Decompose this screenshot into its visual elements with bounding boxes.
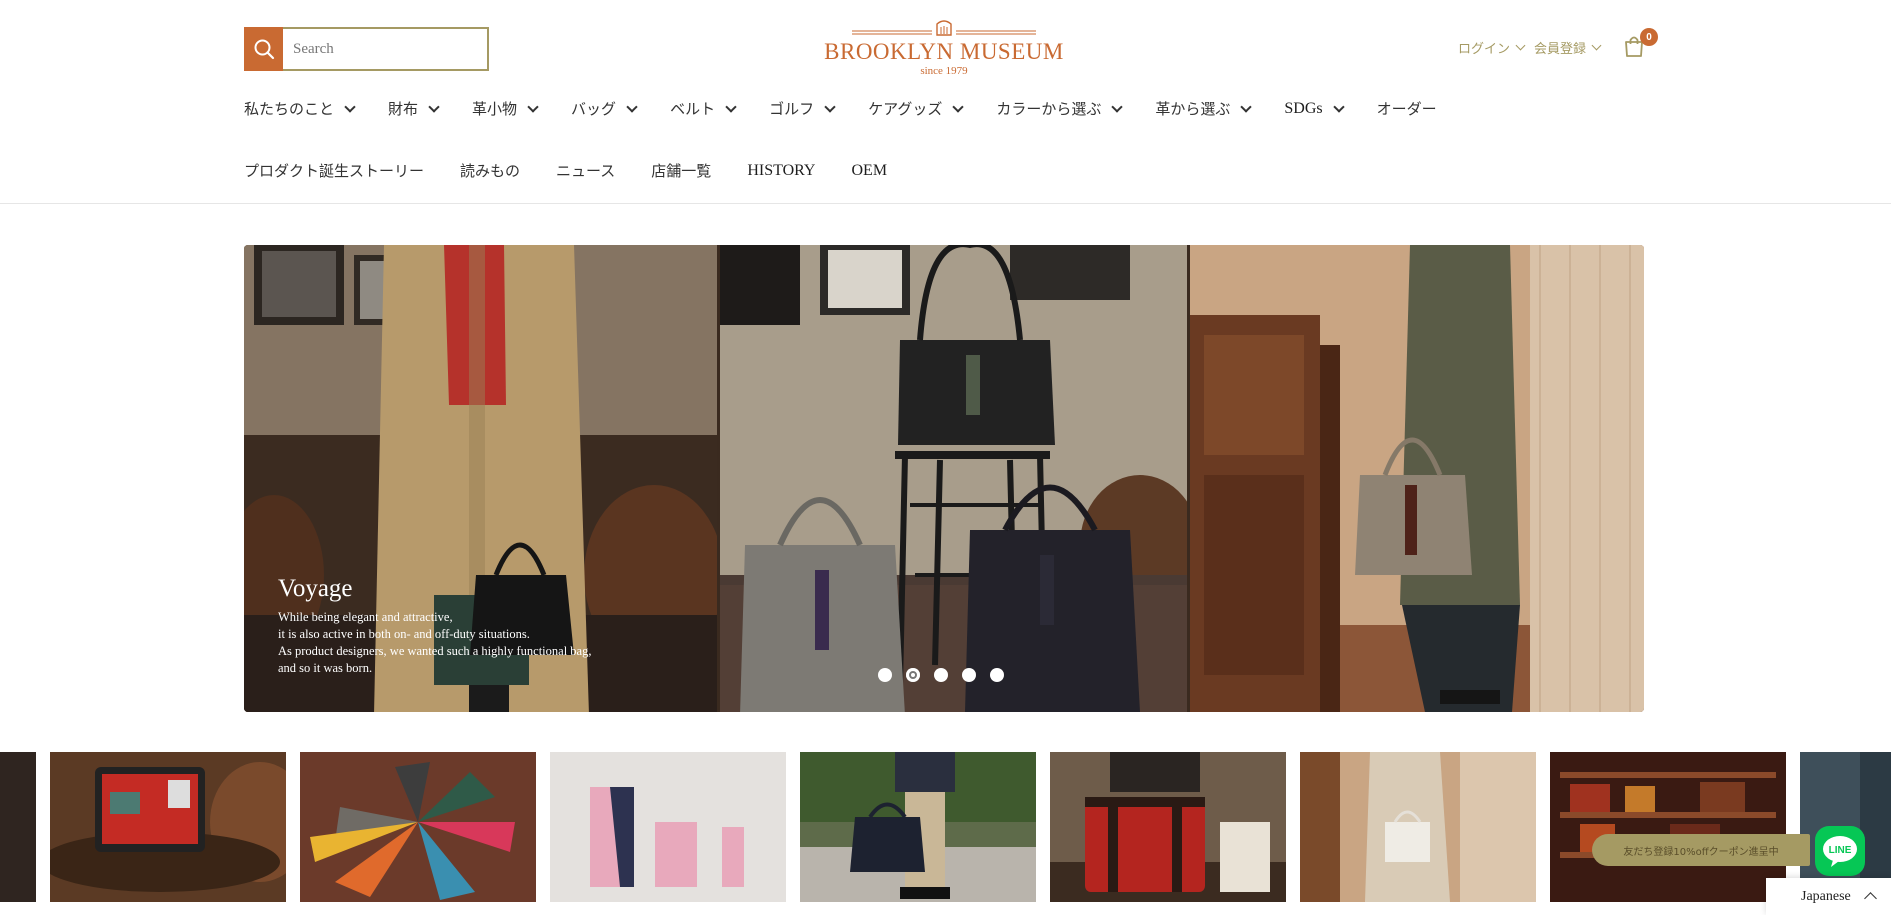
nav-item-sdgs[interactable]: SDGs: [1284, 99, 1345, 118]
cart-count-badge: 0: [1640, 28, 1659, 46]
chevron-up-icon: [1864, 892, 1877, 905]
nav-item-care-goods[interactable]: ケアグッズ: [868, 98, 965, 119]
thumb-pink-wallets[interactable]: [550, 752, 786, 902]
logo-emblem-icon: [852, 20, 1036, 36]
slide-dot-2[interactable]: [906, 668, 920, 682]
nav-item-wallets[interactable]: 財布: [388, 98, 440, 119]
language-selector[interactable]: Japanese: [1766, 878, 1891, 915]
main-nav-row-2: プロダクト誕生ストーリー 読みもの ニュース 店舗一覧 HISTORY OEM: [244, 160, 923, 181]
slide-dot-5[interactable]: [990, 668, 1004, 682]
chevron-down-icon: [1591, 40, 1602, 50]
login-label: ログイン: [1458, 41, 1511, 57]
nav-label: HISTORY: [747, 161, 816, 179]
chevron-down-icon: [1111, 100, 1124, 113]
nav-label: 革から選ぶ: [1155, 100, 1231, 118]
chevron-down-icon: [824, 100, 836, 113]
nav-item-history[interactable]: HISTORY: [747, 162, 815, 180]
thumb-partial-left[interactable]: [0, 752, 36, 902]
hero-image-man-with-bag: Voyage While being elegant and attractiv…: [244, 245, 717, 712]
chevron-down-icon: [428, 100, 440, 113]
nav-item-belts[interactable]: ベルト: [670, 98, 737, 119]
nav-item-about[interactable]: 私たちのこと: [244, 98, 356, 119]
hero-slideshow[interactable]: Voyage While being elegant and attractiv…: [244, 245, 1644, 712]
thumb-shop-display-shelves[interactable]: [1550, 752, 1786, 902]
slide-dot-4[interactable]: [962, 668, 976, 682]
login-link[interactable]: ログイン: [1458, 38, 1528, 57]
nav-label: カラーから選ぶ: [996, 100, 1102, 118]
hero-title: Voyage: [278, 575, 353, 602]
logo-since-text: since 1979: [920, 65, 968, 77]
main-nav-row-1: 私たちのこと 財布 革小物 バッグ ベルト ゴルフ ケアグッズ カラーから選ぶ …: [244, 98, 1471, 119]
chevron-down-icon: [952, 100, 965, 113]
nav-label: 店舗一覧: [651, 162, 712, 180]
nav-item-product-stories[interactable]: プロダクト誕生ストーリー: [244, 160, 424, 181]
thumb-red-trunk[interactable]: [1050, 752, 1286, 902]
chevron-down-icon: [626, 100, 638, 113]
search-button[interactable]: [244, 27, 283, 71]
nav-label: 私たちのこと: [244, 100, 335, 118]
chevron-down-icon: [1332, 100, 1345, 113]
register-link[interactable]: 会員登録: [1534, 38, 1604, 57]
svg-text:LINE: LINE: [1829, 845, 1852, 856]
nav-label: 革小物: [472, 100, 518, 118]
nav-label: OEM: [851, 161, 888, 179]
nav-label: ニュース: [556, 162, 616, 180]
nav-item-reading[interactable]: 読みもの: [460, 160, 520, 181]
nav-item-golf[interactable]: ゴルフ: [769, 98, 836, 119]
nav-item-order[interactable]: オーダー: [1377, 98, 1437, 119]
nav-item-oem[interactable]: OEM: [851, 162, 887, 180]
nav-label: ケアグッズ: [868, 100, 943, 118]
nav-item-news[interactable]: ニュース: [556, 160, 615, 181]
hero-image-bags-on-chair: [720, 245, 1187, 712]
slide-dot-1[interactable]: [878, 668, 892, 682]
account-menu: ログイン 会員登録 0: [1458, 28, 1659, 60]
nav-item-small-leather-goods[interactable]: 革小物: [472, 98, 539, 119]
nav-item-stores[interactable]: 店舗一覧: [651, 160, 711, 181]
site-logo[interactable]: BROOKLYN MUSEUM since 1979: [824, 18, 1064, 80]
nav-label: ベルト: [670, 100, 716, 118]
nav-item-by-leather[interactable]: 革から選ぶ: [1155, 98, 1253, 119]
language-label: Japanese: [1801, 888, 1851, 904]
hero-caption: Voyage While being elegant and attractiv…: [278, 575, 591, 677]
site-header: BROOKLYN MUSEUM since 1979 ログイン 会員登録 0 私…: [0, 0, 1891, 204]
chevron-down-icon: [1515, 40, 1526, 50]
cart-button[interactable]: 0: [1622, 28, 1659, 60]
nav-item-by-color[interactable]: カラーから選ぶ: [996, 98, 1124, 119]
chevron-down-icon: [344, 100, 356, 113]
search-icon: [254, 39, 274, 60]
thumb-travel-case-red[interactable]: [50, 752, 286, 902]
nav-label: SDGs: [1284, 99, 1323, 117]
search-input[interactable]: [283, 27, 489, 71]
nav-label: オーダー: [1376, 100, 1437, 118]
nav-label: バッグ: [571, 100, 617, 118]
chevron-down-icon: [725, 100, 737, 113]
hero-image-woman-with-bag: [1190, 245, 1644, 712]
line-chat-button[interactable]: LINE: [1815, 826, 1865, 876]
thumb-woman-white-bag[interactable]: [1300, 752, 1536, 902]
register-label: 会員登録: [1534, 41, 1587, 57]
line-logo-icon: LINE: [1823, 836, 1857, 867]
hero-body-text: While being elegant and attractive, it i…: [278, 610, 592, 675]
nav-label: 読みもの: [460, 162, 521, 180]
logo-brand-text: BROOKLYN MUSEUM: [824, 39, 1064, 64]
search-bar: [244, 27, 489, 71]
chevron-down-icon: [1240, 100, 1253, 113]
nav-label: プロダクト誕生ストーリー: [244, 162, 425, 180]
featured-image-strip: [0, 752, 1891, 902]
chevron-down-icon: [527, 100, 539, 113]
thumb-colorful-key-cases[interactable]: [300, 752, 536, 902]
nav-label: ゴルフ: [769, 100, 815, 118]
line-coupon-banner[interactable]: 友だち登録10%offクーポン進呈中: [1592, 834, 1810, 866]
slide-dot-3[interactable]: [934, 668, 948, 682]
line-coupon-text: 友だち登録10%offクーポン進呈中: [1623, 846, 1779, 858]
slideshow-pagination: [878, 668, 1004, 682]
nav-item-bags[interactable]: バッグ: [571, 98, 638, 119]
thumb-man-with-briefcase[interactable]: [800, 752, 1036, 902]
nav-label: 財布: [388, 100, 419, 118]
